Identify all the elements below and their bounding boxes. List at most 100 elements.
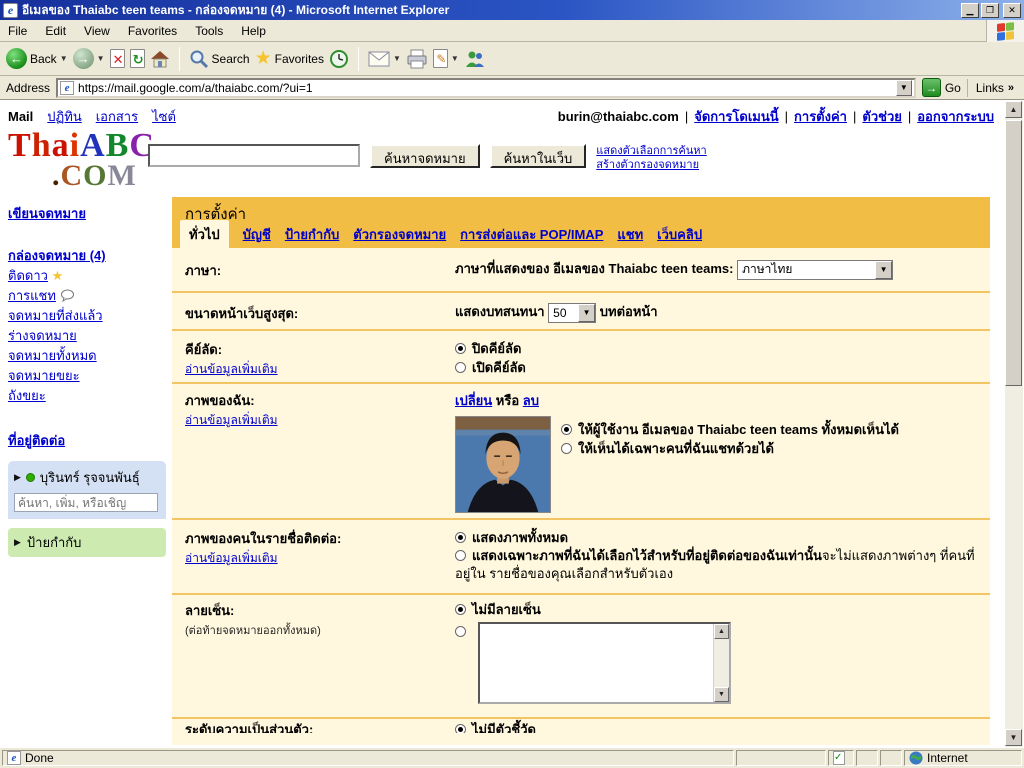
search-button[interactable]: Search	[189, 49, 250, 69]
sidebar-compose-link[interactable]: เขียนจดหมาย	[8, 206, 86, 221]
shortcuts-on-radio[interactable]	[455, 362, 466, 373]
personal-level-radio[interactable]	[455, 724, 466, 733]
star-icon: ★	[52, 268, 64, 283]
edit-button[interactable]: ✎ ▼	[433, 49, 459, 68]
show-all-pictures-radio[interactable]	[455, 532, 466, 543]
links-bar[interactable]: Links »	[967, 79, 1020, 97]
tab-general[interactable]: ทั่วไป	[180, 220, 229, 248]
tab-webclips[interactable]: เว็บคลิป	[657, 224, 702, 248]
sidebar-chats-link[interactable]: การแชท	[8, 288, 56, 303]
expander-icon[interactable]: ▶	[14, 472, 21, 483]
menu-tools[interactable]: Tools	[195, 24, 223, 38]
quick-contact-name[interactable]: บุรินทร์ รุจจนพันธุ์	[40, 467, 140, 488]
tab-accounts[interactable]: บัญชี	[243, 224, 271, 248]
forward-button[interactable]: → ▼	[73, 48, 105, 69]
mail-dropdown-icon[interactable]: ▼	[393, 54, 401, 63]
go-button[interactable]: → Go	[922, 78, 961, 97]
tab-labels[interactable]: ป้ายกำกับ	[285, 224, 339, 248]
no-signature-radio[interactable]	[455, 604, 466, 615]
help-link[interactable]: ตัวช่วย	[862, 106, 901, 127]
sidebar-allmail-link[interactable]: จดหมายทั้งหมด	[8, 348, 97, 363]
create-filter-link[interactable]: สร้างตัวกรองจดหมาย	[596, 158, 706, 172]
search-icon	[189, 49, 209, 69]
signout-link[interactable]: ออกจากระบบ	[917, 106, 994, 127]
sidebar-spam-link[interactable]: จดหมายขยะ	[8, 368, 80, 383]
signature-textarea[interactable]: ▲ ▼	[478, 622, 731, 704]
nav-sites-link[interactable]: ไซต์	[152, 106, 176, 127]
mail-search: ค้นหาจดหมาย ค้นหาในเว็บ แสดงตัวเลือกการค…	[148, 144, 707, 172]
forward-dropdown-icon[interactable]: ▼	[97, 54, 105, 63]
settings-link[interactable]: การตั้งค่า	[794, 106, 847, 127]
expander-icon[interactable]: ▶	[14, 537, 21, 548]
tab-chat[interactable]: แชท	[617, 224, 643, 248]
language-select[interactable]: ภาษาไทย ▼	[737, 260, 893, 280]
sidebar-trash-link[interactable]: ถังขยะ	[8, 388, 46, 403]
picture-visible-chat-radio[interactable]	[561, 443, 572, 454]
sidebar-starred-link[interactable]: ติดดาว	[8, 268, 48, 283]
back-button[interactable]: ← Back ▼	[6, 48, 68, 69]
sidebar-sent-link[interactable]: จดหมายที่ส่งแล้ว	[8, 308, 103, 323]
scroll-down-icon[interactable]: ▼	[714, 687, 729, 702]
window-title: อีเมลของ Thaiabc teen teams - กล่องจดหมา…	[22, 1, 961, 20]
tab-filters[interactable]: ตัวกรองจดหมาย	[353, 224, 446, 248]
favorites-button[interactable]: ★ Favorites	[255, 49, 324, 68]
address-url[interactable]: https://mail.google.com/a/thaiabc.com/?u…	[78, 81, 896, 95]
manage-domain-link[interactable]: จัดการโดเมนนี้	[694, 106, 778, 127]
close-button[interactable]: ✕	[1003, 3, 1021, 18]
contact-pictures-learn-more-link[interactable]: อ่านข้อมูลเพิ่มเติม	[185, 551, 278, 565]
search-mail-button[interactable]: ค้นหาจดหมาย	[370, 144, 480, 168]
mail-button[interactable]: ▼	[368, 51, 401, 67]
pagesize-select[interactable]: 50 ▼	[548, 303, 596, 323]
scrollbar-thumb[interactable]	[1005, 120, 1022, 386]
picture-visible-all-radio[interactable]	[561, 424, 572, 435]
shortcuts-learn-more-link[interactable]: อ่านข้อมูลเพิ่มเติม	[185, 362, 278, 376]
forward-icon: →	[73, 48, 94, 69]
address-field[interactable]: e https://mail.google.com/a/thaiabc.com/…	[56, 78, 916, 98]
nav-docs-link[interactable]: เอกสาร	[96, 106, 138, 127]
menu-favorites[interactable]: Favorites	[128, 24, 177, 38]
stop-button[interactable]: ✕	[110, 49, 125, 68]
menu-view[interactable]: View	[84, 24, 110, 38]
search-options-link[interactable]: แสดงตัวเลือกการค้นหา	[596, 144, 706, 158]
messenger-button[interactable]	[464, 49, 486, 69]
select-arrow-icon[interactable]: ▼	[875, 261, 892, 279]
show-chosen-pictures-radio[interactable]	[455, 550, 466, 561]
home-button[interactable]	[150, 49, 170, 69]
picture-delete-link[interactable]: ลบ	[523, 393, 539, 408]
scrollbar-up-icon[interactable]: ▲	[1005, 101, 1022, 118]
back-dropdown-icon[interactable]: ▼	[60, 54, 68, 63]
search-web-button[interactable]: ค้นหาในเว็บ	[490, 144, 587, 168]
sidebar-drafts-link[interactable]: ร่างจดหมาย	[8, 328, 77, 343]
toolbar-separator	[179, 47, 180, 71]
edit-dropdown-icon[interactable]: ▼	[451, 54, 459, 63]
tab-forwarding-pop-imap[interactable]: การส่งต่อและ POP/IMAP	[460, 224, 603, 248]
search-input[interactable]	[148, 144, 360, 167]
textarea-scrollbar[interactable]: ▲ ▼	[713, 624, 729, 702]
scrollbar-down-icon[interactable]: ▼	[1005, 729, 1022, 746]
sidebar-inbox-link[interactable]: กล่องจดหมาย (4)	[8, 248, 106, 263]
signature-label: ลายเซ็น: (ต่อท้ายจดหมายออกทั้งหมด)	[172, 595, 455, 717]
scroll-up-icon[interactable]: ▲	[714, 624, 729, 639]
restore-button[interactable]: ❐	[981, 3, 999, 18]
select-arrow-icon[interactable]: ▼	[578, 304, 595, 322]
page-scrollbar[interactable]: ▲ ▼	[1005, 101, 1023, 747]
contact-search-input[interactable]	[14, 493, 158, 512]
menu-edit[interactable]: Edit	[45, 24, 66, 38]
picture-change-link[interactable]: เปลี่ยน	[455, 393, 492, 408]
shortcuts-off-radio[interactable]	[455, 343, 466, 354]
menu-file[interactable]: File	[8, 24, 27, 38]
history-button[interactable]	[329, 49, 349, 69]
menu-help[interactable]: Help	[241, 24, 266, 38]
custom-signature-radio[interactable]	[455, 626, 466, 637]
web-page: Mail ปฏิทิน เอกสาร ไซต์ burin@thaiabc.co…	[0, 100, 1024, 747]
contacts-link[interactable]: ที่อยู่ติดต่อ	[8, 433, 65, 448]
address-dropdown-icon[interactable]: ▼	[896, 80, 912, 96]
refresh-button[interactable]: ↻	[130, 49, 145, 68]
nav-calendar-link[interactable]: ปฏิทิน	[47, 106, 81, 127]
settings-rows: ภาษา: ภาษาที่แสดงของ อีเมลของ Thaiabc te…	[172, 248, 990, 733]
online-status-icon	[26, 473, 35, 482]
labels-box[interactable]: ▶ ป้ายกำกับ	[8, 528, 166, 557]
minimize-button[interactable]: ▁	[961, 3, 979, 18]
print-button[interactable]	[406, 49, 428, 69]
picture-learn-more-link[interactable]: อ่านข้อมูลเพิ่มเติม	[185, 413, 278, 427]
